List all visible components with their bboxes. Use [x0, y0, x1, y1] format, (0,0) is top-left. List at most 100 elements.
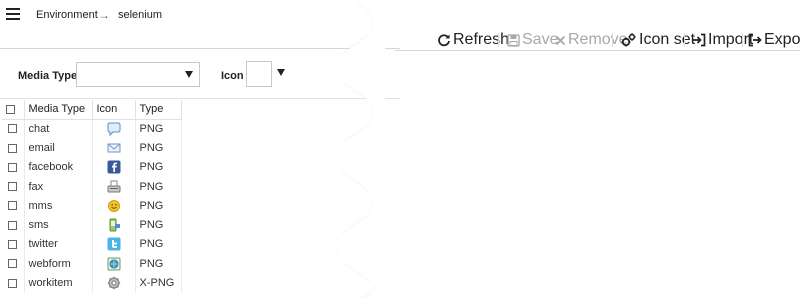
- column-header-type[interactable]: Type: [135, 100, 182, 120]
- gears-icon: [621, 33, 636, 47]
- column-header-icon[interactable]: Icon: [92, 100, 136, 120]
- icon-cell: [92, 176, 136, 197]
- breadcrumb-current: selenium: [118, 9, 163, 21]
- refresh-label: Refresh: [453, 31, 510, 48]
- type-cell: PNG: [135, 119, 182, 139]
- table-header-row: Media Type Icon Type: [2, 100, 182, 120]
- webform-icon: [107, 257, 120, 271]
- table-row[interactable]: fax PNG: [2, 176, 182, 197]
- menu-icon[interactable]: [6, 8, 20, 20]
- toolbar-separator: [498, 33, 499, 47]
- row-checkbox[interactable]: [8, 201, 18, 211]
- row-checkbox[interactable]: [8, 220, 18, 230]
- media-type-cell: mms: [24, 196, 93, 216]
- breadcrumb-environment[interactable]: Environment: [36, 9, 98, 21]
- icon-filter-label: Icon: [221, 70, 244, 82]
- export-button[interactable]: Export: [748, 30, 800, 50]
- save-button[interactable]: Save: [507, 30, 558, 50]
- row-checkbox[interactable]: [8, 182, 18, 192]
- media-type-select[interactable]: [76, 62, 200, 87]
- table-row[interactable]: workitem X-PNG: [2, 273, 182, 293]
- media-type-cell: webform: [24, 254, 93, 274]
- table-row[interactable]: chat PNG: [2, 119, 182, 139]
- type-cell: PNG: [135, 138, 182, 158]
- toolbar-separator: [612, 33, 613, 47]
- table-row[interactable]: email PNG: [2, 138, 182, 158]
- icon-dropdown-icon[interactable]: [277, 69, 285, 76]
- type-cell: PNG: [135, 254, 182, 274]
- remove-button[interactable]: Remove: [555, 30, 628, 50]
- table-row[interactable]: mms PNG: [2, 196, 182, 216]
- chevron-down-icon: [185, 71, 193, 78]
- table-row[interactable]: twitter PNG: [2, 234, 182, 255]
- type-cell: PNG: [135, 215, 182, 235]
- export-icon: [748, 33, 762, 47]
- row-checkbox-cell: [2, 119, 25, 139]
- sms-phone-icon: [109, 218, 120, 232]
- icon-cell: [92, 273, 136, 293]
- media-type-filter-label: Media Type: [18, 70, 78, 82]
- icon-cell: [92, 138, 136, 158]
- breadcrumb-arrow-icon: →: [98, 8, 110, 22]
- row-checkbox-cell: [2, 138, 25, 158]
- row-checkbox-cell: [2, 157, 25, 177]
- row-checkbox[interactable]: [8, 143, 18, 153]
- row-checkbox-cell: [2, 234, 25, 255]
- row-checkbox[interactable]: [8, 259, 18, 269]
- refresh-icon: [438, 34, 450, 47]
- toolbar-divider: [395, 50, 800, 51]
- row-checkbox[interactable]: [8, 162, 18, 172]
- icon-cell: [92, 215, 136, 235]
- row-checkbox-cell: [2, 215, 25, 235]
- media-type-cell: sms: [24, 215, 93, 235]
- media-type-cell: fax: [24, 176, 93, 197]
- icon-cell: [92, 254, 136, 274]
- row-checkbox-cell: [2, 176, 25, 197]
- type-cell: PNG: [135, 157, 182, 177]
- save-icon: [507, 33, 520, 47]
- media-type-cell: twitter: [24, 234, 93, 255]
- facebook-icon: [107, 160, 120, 174]
- table-row[interactable]: webform PNG: [2, 254, 182, 274]
- remove-label: Remove: [568, 31, 628, 48]
- chat-bubble-icon: [107, 122, 120, 136]
- select-all-checkbox[interactable]: [6, 104, 15, 114]
- row-checkbox-cell: [2, 196, 25, 216]
- icon-set-label: Icon set: [639, 31, 696, 48]
- icon-select[interactable]: [246, 61, 272, 87]
- type-cell: X-PNG: [135, 273, 182, 293]
- icon-cell: [92, 157, 136, 177]
- icon-cell: [92, 234, 136, 255]
- column-header-media-type[interactable]: Media Type: [24, 100, 93, 120]
- torn-edge-divider: [336, 0, 385, 300]
- type-cell: PNG: [135, 196, 182, 216]
- save-label: Save: [522, 31, 559, 48]
- table-row[interactable]: sms PNG: [2, 215, 182, 235]
- icon-cell: [92, 196, 136, 216]
- export-label: Export: [764, 31, 800, 48]
- row-checkbox[interactable]: [8, 240, 18, 250]
- media-type-table: Media Type Icon Type chat PNG email PNG …: [2, 100, 182, 293]
- row-checkbox-cell: [2, 254, 25, 274]
- envelope-icon: [107, 143, 120, 153]
- mms-smiley-icon: [107, 199, 120, 212]
- media-type-cell: facebook: [24, 157, 93, 177]
- import-button[interactable]: Import: [692, 30, 753, 50]
- toolbar-separator: [684, 33, 685, 47]
- icon-cell: [92, 119, 136, 139]
- table-row[interactable]: facebook PNG: [2, 157, 182, 177]
- row-checkbox[interactable]: [8, 278, 18, 288]
- import-icon: [693, 33, 706, 47]
- media-type-cell: email: [24, 138, 93, 158]
- row-checkbox-cell: [2, 273, 25, 293]
- gear-icon: [107, 276, 120, 290]
- fax-icon: [107, 180, 120, 193]
- twitter-icon: [107, 237, 120, 251]
- type-cell: PNG: [135, 176, 182, 197]
- media-type-cell: chat: [24, 119, 93, 139]
- select-all-header: [2, 100, 25, 120]
- row-checkbox[interactable]: [8, 124, 18, 134]
- import-label: Import: [708, 31, 754, 48]
- toolbar-separator: [742, 33, 743, 47]
- media-type-cell: workitem: [24, 273, 93, 293]
